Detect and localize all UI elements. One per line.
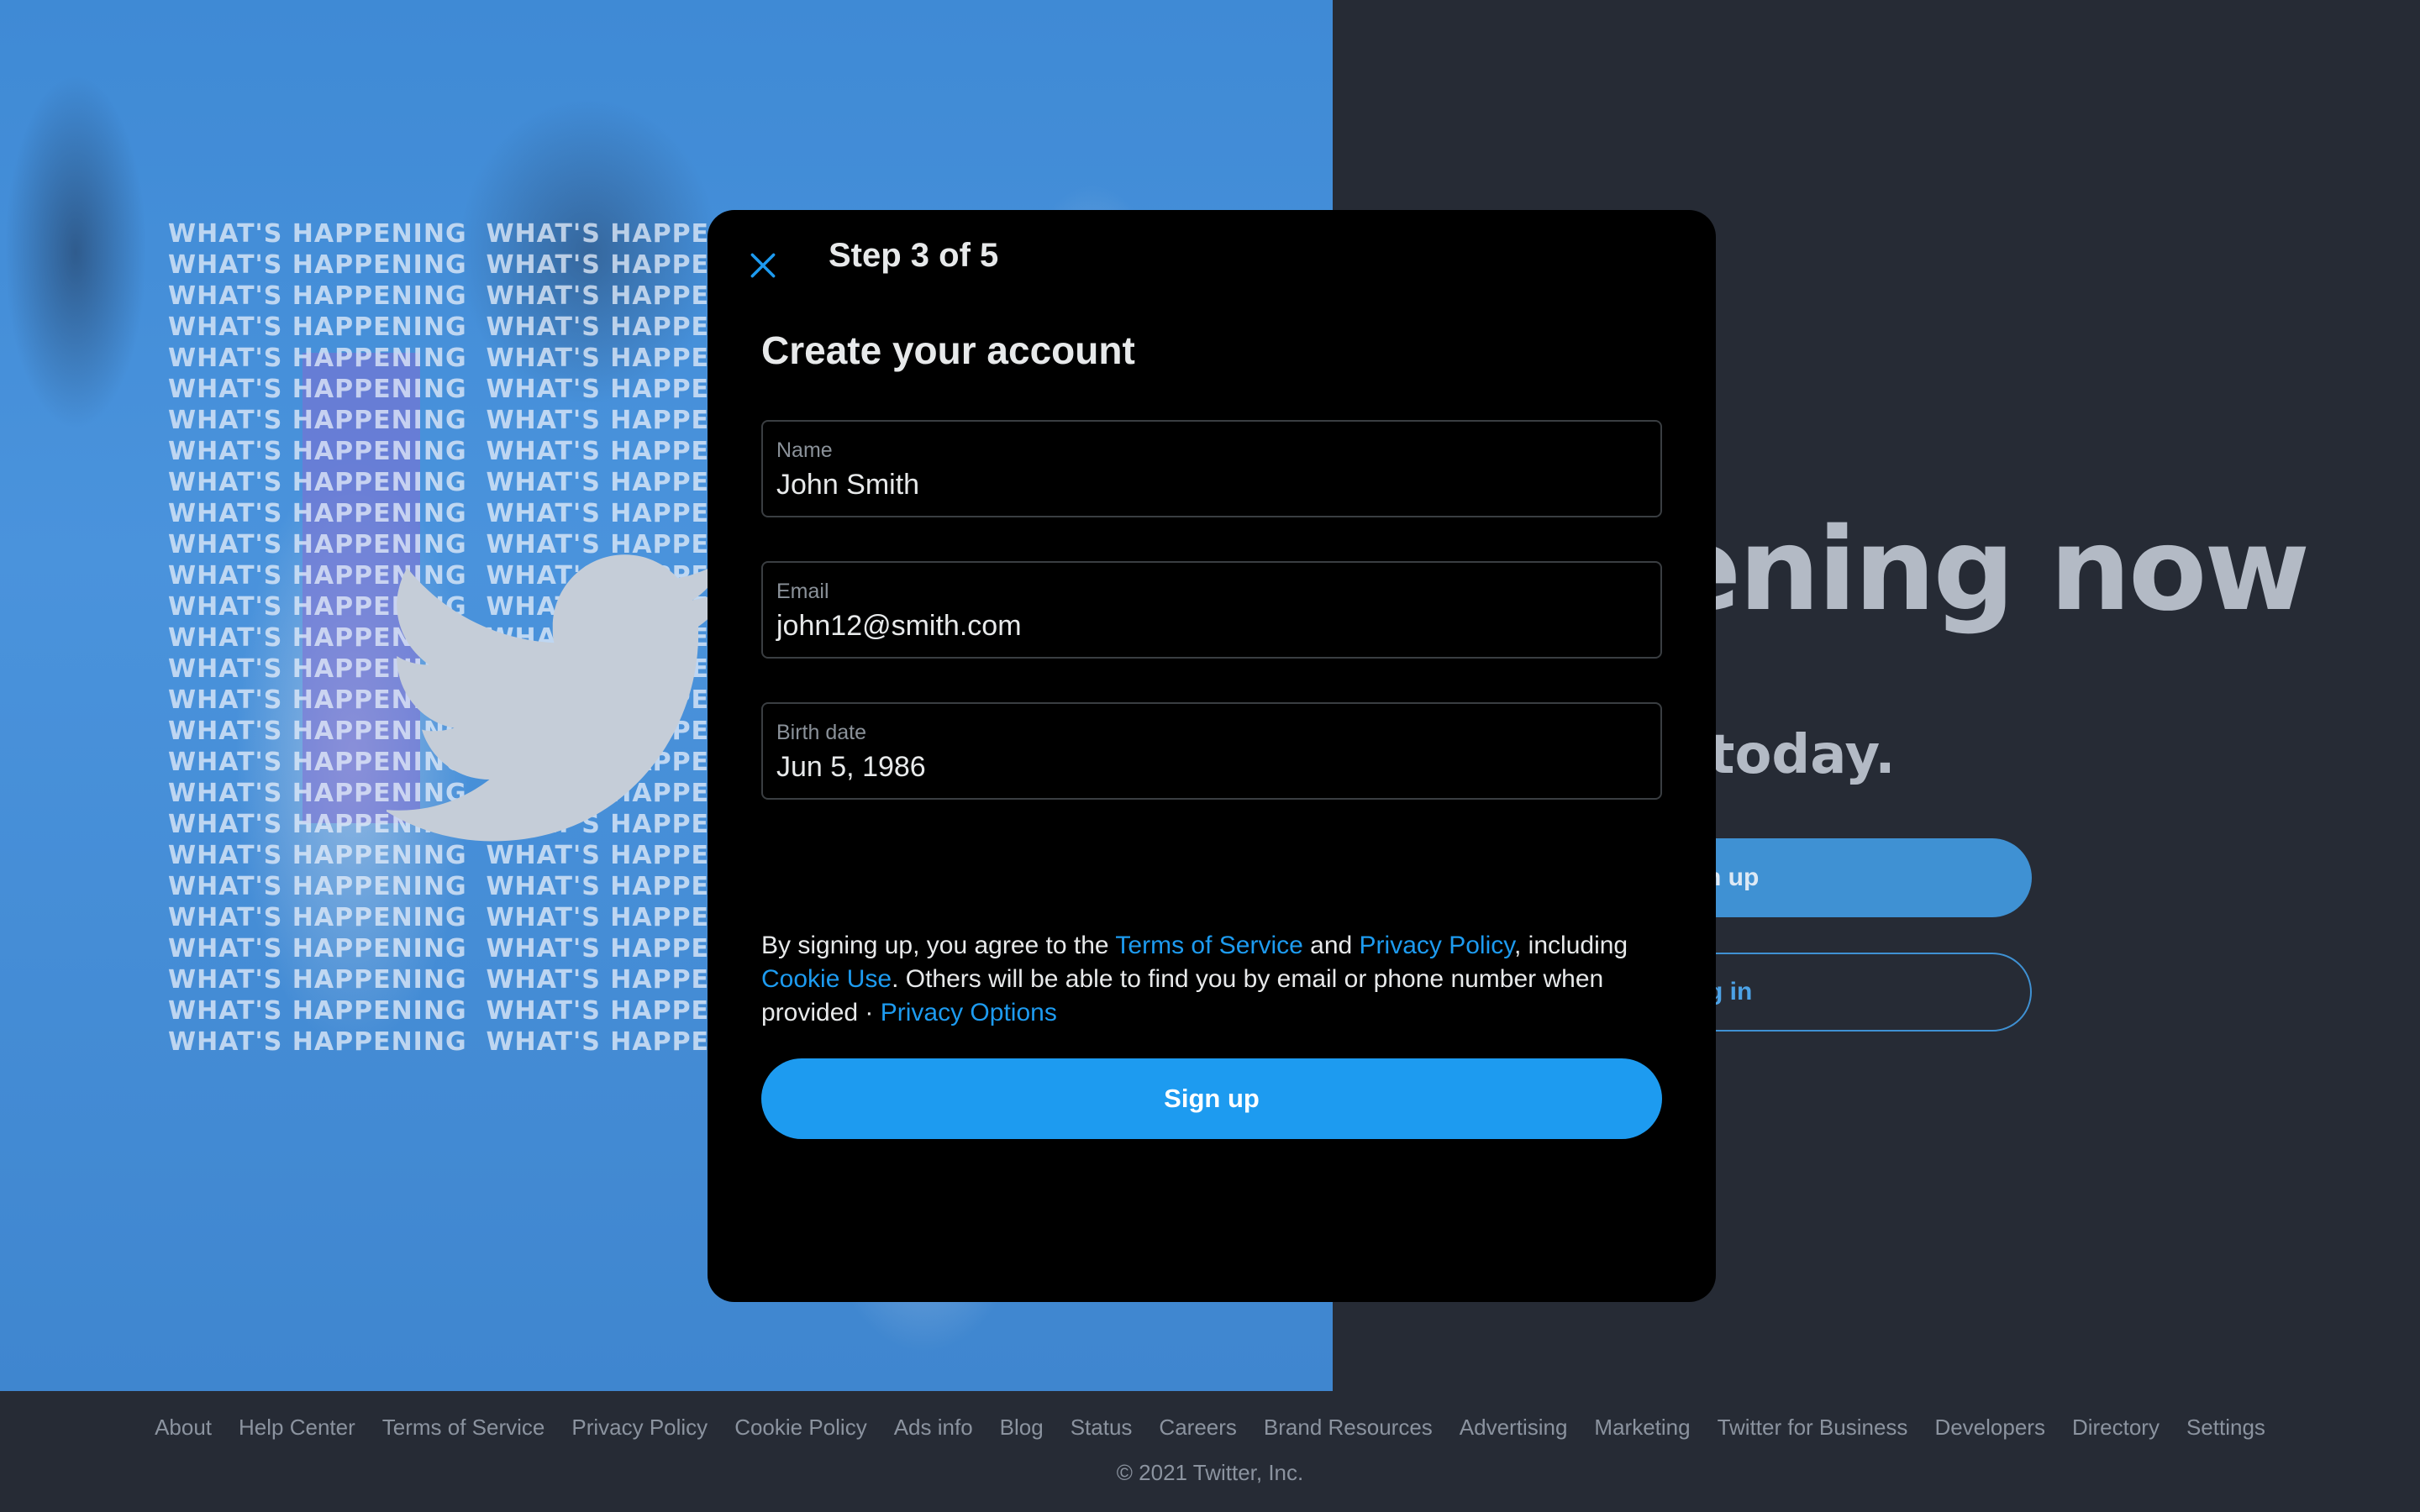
footer-link-twitter-for-business[interactable]: Twitter for Business <box>1718 1415 1908 1441</box>
footer-link-cookie-policy[interactable]: Cookie Policy <box>734 1415 867 1441</box>
create-account-modal: Step 3 of 5 Create your account Name Joh… <box>708 210 1716 1302</box>
copyright: © 2021 Twitter, Inc. <box>1116 1460 1304 1485</box>
footer-link-help-center[interactable]: Help Center <box>239 1415 355 1441</box>
footer-link-careers[interactable]: Careers <box>1159 1415 1236 1441</box>
footer-link-marketing[interactable]: Marketing <box>1594 1415 1690 1441</box>
birth-date-value[interactable]: Jun 5, 1986 <box>776 751 926 784</box>
privacy-options-link[interactable]: Privacy Options <box>881 999 1057 1026</box>
cookie-use-link[interactable]: Cookie Use <box>761 965 892 993</box>
legal-notice: By signing up, you agree to the Terms of… <box>761 929 1669 1030</box>
name-label: Name <box>776 438 833 462</box>
terms-of-service-link[interactable]: Terms of Service <box>1115 932 1302 959</box>
legal-text: and <box>1302 932 1360 959</box>
name-field[interactable]: Name John Smith <box>761 420 1662 517</box>
signup-button[interactable]: Sign up <box>761 1058 1662 1139</box>
close-icon <box>750 253 776 278</box>
email-field[interactable]: Email john12@smith.com <box>761 561 1662 659</box>
footer-link-terms-of-service[interactable]: Terms of Service <box>382 1415 545 1441</box>
signup-page: WHAT'S HAPPENING WHAT'S HAPPENING WHAT'S… <box>0 0 2420 1512</box>
footer-link-developers[interactable]: Developers <box>1934 1415 2045 1441</box>
legal-text: By signing up, you agree to the <box>761 932 1116 959</box>
hero-title: ening now <box>1664 504 2310 637</box>
email-value[interactable]: john12@smith.com <box>776 610 1022 643</box>
footer-link-about[interactable]: About <box>155 1415 212 1441</box>
email-label: Email <box>776 580 829 603</box>
birth-date-field[interactable]: Birth date Jun 5, 1986 <box>761 702 1662 800</box>
footer-link-brand-resources[interactable]: Brand Resources <box>1264 1415 1433 1441</box>
footer-link-status[interactable]: Status <box>1071 1415 1133 1441</box>
footer-link-ads-info[interactable]: Ads info <box>894 1415 973 1441</box>
twitter-bird-icon <box>387 554 734 842</box>
modal-title: Create your account <box>761 328 1135 372</box>
legal-text: , including <box>1514 932 1628 959</box>
footer-link-directory[interactable]: Directory <box>2072 1415 2160 1441</box>
footer-link-advertising[interactable]: Advertising <box>1460 1415 1568 1441</box>
step-indicator: Step 3 of 5 <box>829 237 999 274</box>
name-value[interactable]: John Smith <box>776 469 919 501</box>
footer-link-settings[interactable]: Settings <box>2186 1415 2265 1441</box>
close-button[interactable] <box>738 240 788 291</box>
privacy-policy-link[interactable]: Privacy Policy <box>1360 932 1514 959</box>
footer-link-blog[interactable]: Blog <box>1000 1415 1044 1441</box>
footer: About Help Center Terms of Service Privacy … <box>0 1391 2420 1512</box>
footer-link-privacy-policy[interactable]: Privacy Policy <box>571 1415 708 1441</box>
birth-date-label: Birth date <box>776 721 867 744</box>
footer-links: About Help Center Terms of Service Privacy … <box>0 1415 2420 1441</box>
